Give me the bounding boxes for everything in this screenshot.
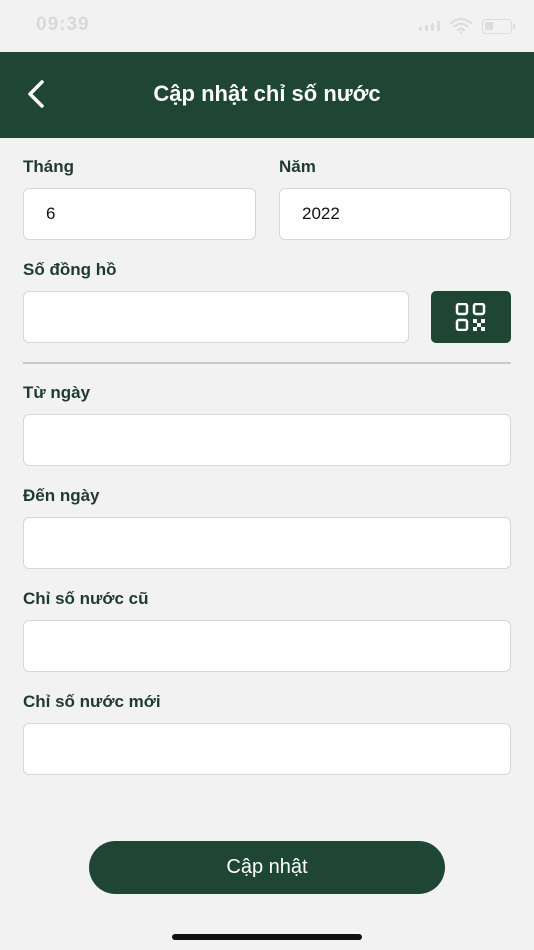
- home-indicator: [172, 934, 362, 940]
- qr-code-icon: [455, 303, 486, 331]
- app-header: Cập nhật chỉ số nước: [0, 52, 534, 138]
- status-icons: [419, 17, 515, 35]
- month-field[interactable]: 6: [23, 188, 256, 240]
- page-title: Cập nhật chỉ số nước: [153, 81, 381, 106]
- wifi-icon: [450, 18, 472, 34]
- meter-label: Số đồng hồ: [23, 260, 117, 279]
- divider: [23, 362, 511, 364]
- old-reading-label: Chỉ số nước cũ: [23, 589, 149, 608]
- year-label: Năm: [279, 157, 316, 176]
- meter-field[interactable]: [23, 291, 409, 343]
- signal-icon: [419, 21, 440, 31]
- to-date-field[interactable]: [23, 517, 511, 569]
- year-field[interactable]: 2022: [279, 188, 511, 240]
- battery-icon: [482, 18, 515, 34]
- status-time: 09:39: [36, 14, 90, 35]
- month-label: Tháng: [23, 157, 74, 176]
- to-date-label: Đến ngày: [23, 486, 100, 505]
- old-reading-field[interactable]: [23, 620, 511, 672]
- from-date-label: Từ ngày: [23, 383, 91, 402]
- new-reading-label: Chỉ số nước mới: [23, 692, 161, 711]
- from-date-field[interactable]: [23, 414, 511, 466]
- scan-qr-button[interactable]: [431, 291, 511, 343]
- status-bar: 09:39: [0, 0, 534, 52]
- new-reading-field[interactable]: [23, 723, 511, 775]
- submit-button[interactable]: Cập nhật: [89, 841, 445, 894]
